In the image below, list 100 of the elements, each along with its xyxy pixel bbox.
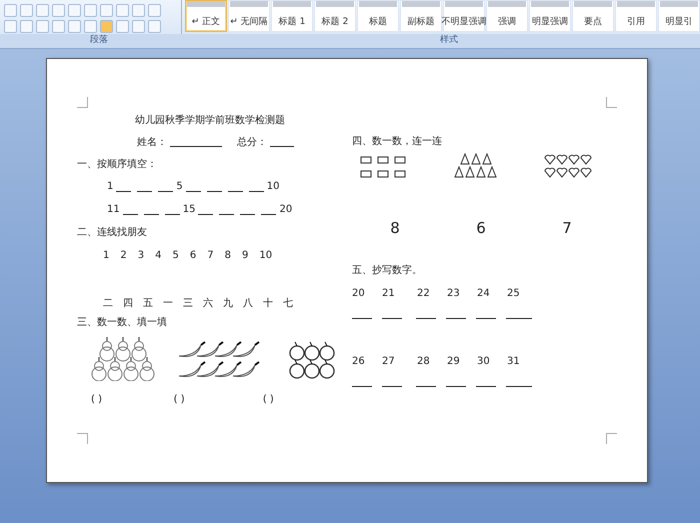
- style-preview: [359, 1, 397, 7]
- toolbar-icon[interactable]: [68, 4, 81, 17]
- chinese-numeral: 八: [243, 297, 253, 310]
- style-preview: [316, 1, 354, 7]
- number: 4: [155, 250, 162, 260]
- style-preview: [488, 1, 526, 7]
- align-icon[interactable]: [84, 20, 97, 33]
- align-icon[interactable]: [116, 20, 129, 33]
- number: 26: [352, 356, 366, 366]
- chinese-numeral: 一: [163, 297, 173, 310]
- style-tile[interactable]: 副标题: [400, 0, 442, 32]
- toolbar-icon[interactable]: [84, 4, 97, 17]
- number: 8: [224, 250, 231, 260]
- section-heading: 四、数一数，连一连: [352, 135, 442, 148]
- style-tile[interactable]: 明显强调: [529, 0, 571, 32]
- number: 20: [279, 204, 292, 215]
- toolbar-icon[interactable]: [36, 4, 49, 17]
- number: 10: [259, 250, 272, 260]
- chinese-numeral: 七: [283, 296, 293, 310]
- number: 20: [352, 288, 366, 298]
- align-icon[interactable]: [20, 20, 33, 33]
- toolbar-icon[interactable]: [52, 4, 65, 17]
- number: 21: [382, 288, 396, 298]
- number: 22: [417, 288, 431, 298]
- toolbar-icon[interactable]: [20, 4, 33, 17]
- section-heading: 五、抄写数字。: [352, 264, 422, 277]
- style-preview: [230, 1, 268, 7]
- chinese-numeral: 五: [143, 297, 153, 310]
- number: 25: [507, 288, 521, 298]
- answer-parentheses: ( ): [174, 394, 186, 404]
- number: 28: [417, 356, 431, 366]
- toolbar-icon[interactable]: [148, 4, 161, 17]
- number: 31: [507, 356, 521, 366]
- group-label: 样式: [439, 34, 459, 47]
- number: 1: [103, 250, 110, 260]
- chinese-numeral: 四: [123, 297, 133, 310]
- align-icon[interactable]: [36, 20, 49, 33]
- number: 8: [389, 219, 401, 237]
- section-heading: 三、数一数、填一填: [77, 316, 167, 329]
- align-icon[interactable]: [68, 20, 81, 33]
- number: 6: [475, 219, 487, 237]
- hearts-drawing: [544, 153, 594, 179]
- toolbar-icon[interactable]: [4, 4, 17, 17]
- number: 9: [242, 250, 248, 260]
- align-icon[interactable]: [100, 20, 113, 33]
- answer-parentheses: ( ): [91, 394, 103, 404]
- style-tile[interactable]: ↵ 无间隔: [228, 0, 270, 32]
- style-tile[interactable]: 不明显强调: [443, 0, 485, 32]
- number: 5: [172, 250, 179, 260]
- style-preview: [273, 1, 311, 7]
- answer-parentheses: ( ): [262, 394, 275, 404]
- number: 3: [138, 250, 144, 260]
- rectangles-drawing: [360, 154, 406, 178]
- toolbar-icon[interactable]: [132, 4, 145, 17]
- number: 6: [190, 250, 196, 260]
- chinese-numeral: 六: [203, 296, 213, 310]
- number: 15: [182, 204, 196, 215]
- toolbar-icon[interactable]: [116, 4, 129, 17]
- number: 7: [561, 219, 573, 237]
- number: 10: [266, 181, 280, 192]
- number: 24: [477, 288, 491, 298]
- number: 29: [447, 356, 461, 366]
- style-preview: [574, 1, 612, 7]
- align-icon[interactable]: [148, 20, 161, 33]
- group-label: 段落: [89, 34, 109, 47]
- style-tile[interactable]: 要点: [572, 0, 614, 32]
- number: 11: [107, 204, 120, 215]
- score-label: 总分：: [237, 136, 267, 149]
- section-heading: 二、连线找朋友: [77, 226, 147, 239]
- chinese-numeral: 九: [223, 296, 233, 310]
- style-preview: [445, 1, 483, 7]
- style-tile[interactable]: 引用: [615, 0, 657, 32]
- style-preview: [531, 1, 569, 7]
- document-title: 幼儿园秋季学期学前班数学检测题: [135, 114, 285, 127]
- style-tile[interactable]: 强调: [486, 0, 528, 32]
- chinese-numeral: 三: [183, 297, 193, 310]
- align-icon[interactable]: [132, 20, 145, 33]
- name-label: 姓名：: [137, 136, 167, 149]
- style-tile[interactable]: 标题: [357, 0, 399, 32]
- number: 2: [120, 250, 127, 260]
- number: 1: [107, 181, 114, 192]
- style-tile[interactable]: ↵ 正文: [185, 0, 227, 32]
- number: 23: [447, 288, 461, 298]
- chinese-numeral: 二: [103, 297, 113, 310]
- number: 30: [477, 356, 491, 366]
- style-tile[interactable]: 标题 1: [271, 0, 313, 32]
- align-icon[interactable]: [52, 20, 65, 33]
- style-preview: [402, 1, 440, 7]
- number: 5: [176, 181, 183, 192]
- align-icon[interactable]: [4, 20, 17, 33]
- toolbar-icon[interactable]: [100, 4, 113, 17]
- style-preview: [617, 1, 655, 7]
- style-preview: [660, 1, 698, 7]
- triangles-drawing: [452, 153, 498, 179]
- number: 7: [207, 250, 214, 260]
- section-heading: 一、按顺序填空：: [77, 158, 157, 171]
- style-tile[interactable]: 明显引: [658, 0, 700, 32]
- style-tile[interactable]: 标题 2: [314, 0, 356, 32]
- chinese-numeral: 十: [263, 296, 273, 310]
- number: 27: [382, 356, 396, 366]
